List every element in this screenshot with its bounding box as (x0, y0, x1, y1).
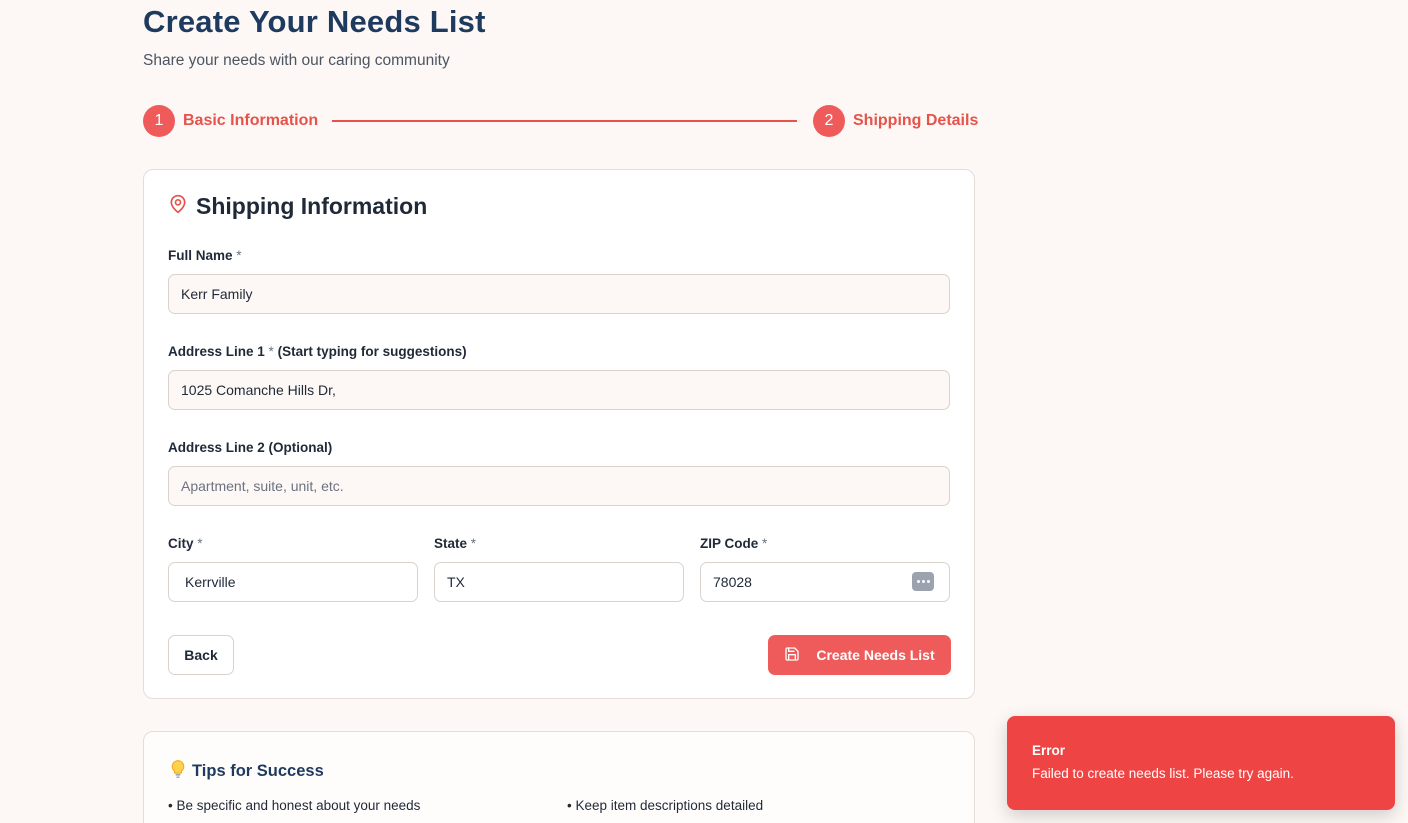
step-label: Basic Information (183, 112, 319, 129)
full-name-input[interactable] (168, 274, 950, 314)
tips-header: Tips for Success (168, 758, 324, 785)
step-shipping-details[interactable]: 2 Shipping Details (813, 105, 978, 137)
step-basic-information[interactable]: 1 Basic Information (143, 105, 318, 137)
step-connector (332, 120, 797, 122)
address-line-2-label: Address Line 2 (Optional) (168, 440, 333, 455)
create-needs-list-label: Create Needs List (816, 647, 935, 663)
shipping-card: Shipping Information Full Name * Address… (143, 169, 975, 699)
lightbulb-icon (168, 758, 188, 785)
error-toast[interactable]: Error Failed to create needs list. Pleas… (1007, 716, 1395, 810)
autofill-icon[interactable] (912, 572, 934, 591)
card-title: Shipping Information (196, 193, 428, 219)
page-title: Create Your Needs List (143, 4, 486, 39)
toast-title: Error (1032, 743, 1066, 758)
stepper: 1 Basic Information 2 Shipping Details (143, 105, 978, 137)
tip-item: • Keep item descriptions detailed (567, 798, 764, 813)
zip-code-label: ZIP Code * (700, 536, 768, 551)
create-needs-list-button[interactable]: Create Needs List (768, 635, 951, 675)
city-label: City * (168, 536, 203, 551)
map-pin-icon (168, 193, 188, 220)
city-input[interactable] (168, 562, 418, 602)
save-icon (784, 646, 800, 665)
address-line-1-label: Address Line 1 * (Start typing for sugge… (168, 344, 467, 359)
state-input[interactable] (434, 562, 684, 602)
full-name-label: Full Name * (168, 248, 242, 263)
back-button[interactable]: Back (168, 635, 234, 675)
toast-message: Failed to create needs list. Please try … (1032, 766, 1294, 781)
address-line-2-input[interactable] (168, 466, 950, 506)
step-number: 2 (813, 105, 845, 137)
address-line-1-input[interactable] (168, 370, 950, 410)
step-number: 1 (143, 105, 175, 137)
step-label: Shipping Details (853, 112, 979, 129)
tip-item: • Be specific and honest about your need… (168, 798, 421, 813)
tips-card: Tips for Success • Be specific and hones… (143, 731, 975, 823)
tips-title: Tips for Success (192, 762, 324, 780)
page-subtitle: Share your needs with our caring communi… (143, 52, 450, 69)
state-label: State * (434, 536, 477, 551)
zip-code-field (700, 562, 950, 602)
card-header: Shipping Information (168, 193, 427, 220)
